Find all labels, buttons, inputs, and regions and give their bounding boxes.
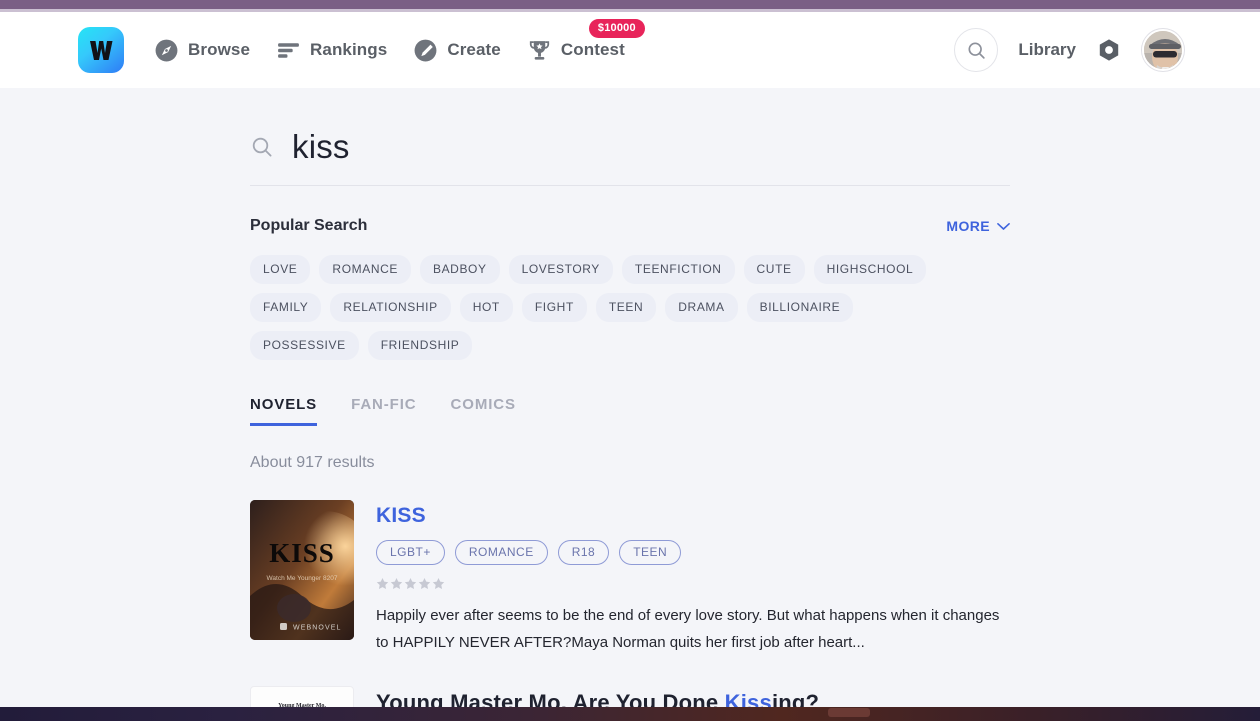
book-cover-image: KISS Watch Me Younger 8207 WEBNOVEL	[250, 500, 354, 640]
star-icon	[404, 577, 417, 590]
tab-comics[interactable]: COMICS	[451, 396, 516, 426]
popular-search-tag[interactable]: TEEN	[595, 293, 657, 322]
page-root: Browse Rankings Create Contest $10000 Li…	[0, 0, 1260, 721]
site-logo[interactable]	[78, 27, 124, 73]
star-icon	[390, 577, 403, 590]
result-details: KISS LGBT+ ROMANCE R18 TEEN Happily ever af…	[376, 500, 1010, 656]
user-avatar-image	[1144, 31, 1182, 69]
star-icon	[432, 577, 445, 590]
nav-label-rankings: Rankings	[310, 40, 388, 59]
popular-search-more-button[interactable]: MORE	[946, 218, 1010, 234]
results-count: About 917 results	[250, 454, 375, 471]
nav-item-contest[interactable]: Contest $10000	[527, 18, 645, 63]
tab-novels[interactable]: NOVELS	[250, 396, 318, 426]
search-bar[interactable]: kiss	[250, 130, 1010, 186]
svg-text:KISS: KISS	[269, 538, 335, 568]
hexagon-icon[interactable]	[1096, 37, 1122, 63]
popular-search-tag[interactable]: HIGHSCHOOL	[813, 255, 927, 284]
contest-prize-badge: $10000	[588, 18, 645, 38]
tab-fan-fic[interactable]: FAN-FIC	[351, 396, 416, 426]
search-icon	[252, 137, 272, 157]
nav-item-rankings[interactable]: Rankings	[276, 38, 387, 63]
chevron-down-icon	[997, 222, 1010, 230]
popular-search-tag[interactable]: DRAMA	[665, 293, 738, 322]
more-label: MORE	[946, 218, 990, 234]
search-icon	[968, 41, 985, 59]
header-actions: Library	[954, 28, 1184, 72]
popular-search-tag[interactable]: FAMILY	[250, 293, 322, 322]
book-cover-thumbnail[interactable]: KISS Watch Me Younger 8207 WEBNOVEL	[250, 500, 354, 640]
content-inner: kiss Popular Search MORE LOVE ROMANCE BADB…	[250, 88, 1010, 707]
trophy-icon	[529, 40, 550, 60]
popular-search-title: Popular Search	[250, 217, 368, 234]
header-search-button[interactable]	[954, 28, 999, 72]
star-icon	[418, 577, 431, 590]
search-result-item[interactable]: Young Master Mo, Are You Done Kissing? b…	[250, 686, 1010, 707]
genre-tag[interactable]: LGBT+	[376, 540, 445, 565]
search-input[interactable]: kiss	[292, 130, 350, 163]
result-title-highlight: Kiss	[724, 690, 772, 707]
search-result-item[interactable]: KISS Watch Me Younger 8207 WEBNOVEL KISS…	[250, 500, 1010, 656]
popular-search-tag[interactable]: FRIENDSHIP	[367, 331, 473, 360]
popular-search-tags: LOVE ROMANCE BADBOY LOVESTORY TEENFICTION CUT…	[250, 255, 950, 360]
result-details: Young Master Mo, Are You Done Kissing? 4…	[376, 686, 1010, 707]
popular-search-tag[interactable]: LOVESTORY	[508, 255, 613, 284]
browser-bottom-chrome	[0, 707, 1260, 721]
result-description: Happily ever after seems to be the end o…	[376, 607, 1000, 651]
popular-search-tag[interactable]: BADBOY	[419, 255, 500, 284]
result-title-prefix: Young Master Mo, Are You Done	[376, 690, 725, 707]
logo-w-icon	[90, 41, 113, 60]
genre-tag[interactable]: R18	[557, 540, 610, 565]
genre-tag[interactable]: ROMANCE	[454, 540, 548, 565]
browser-top-chrome	[0, 0, 1260, 9]
book-cover-thumbnail[interactable]: Young Master Mo, Are You Done Kissing? b…	[250, 686, 354, 707]
svg-text:WEBNOVEL: WEBNOVEL	[293, 625, 341, 632]
book-cover-text: Young Master Mo, Are You Done Kissing? b…	[251, 687, 353, 707]
main-nav: Browse Rankings Create Contest $10000	[154, 18, 651, 63]
popular-search-tag[interactable]: RELATIONSHIP	[330, 293, 451, 322]
nav-label-create: Create	[447, 40, 501, 59]
star-icon	[376, 577, 389, 590]
svg-text:Watch Me Younger 8207: Watch Me Younger 8207	[267, 575, 338, 582]
compass-icon	[155, 39, 178, 61]
result-type-tabs: NOVELS FAN-FIC COMICS	[250, 396, 1010, 426]
library-link[interactable]: Library	[1018, 40, 1076, 60]
main-content: kiss Popular Search MORE LOVE ROMANCE BADB…	[0, 88, 1260, 707]
popular-search-tag[interactable]: TEENFICTION	[621, 255, 735, 284]
nav-item-browse[interactable]: Browse	[154, 38, 250, 63]
result-title[interactable]: KISS	[376, 504, 1010, 528]
nav-item-create[interactable]: Create	[413, 38, 501, 63]
result-title[interactable]: Young Master Mo, Are You Done Kissing?	[376, 690, 1010, 707]
popular-search-header: Popular Search MORE	[250, 217, 1010, 235]
nav-label-browse: Browse	[188, 40, 251, 59]
popular-search-tag[interactable]: CUTE	[743, 255, 805, 284]
result-rating-stars	[376, 577, 1010, 590]
popular-search-tag[interactable]: POSSESSIVE	[250, 331, 359, 360]
popular-search-tag[interactable]: FIGHT	[521, 293, 587, 322]
rankings-icon	[278, 42, 299, 58]
pen-circle-icon	[414, 39, 437, 61]
popular-search-tag[interactable]: BILLIONAIRE	[746, 293, 854, 322]
popular-search-tag[interactable]: HOT	[459, 293, 513, 322]
site-header: Browse Rankings Create Contest $10000 Li…	[0, 12, 1260, 88]
result-genre-tags: LGBT+ ROMANCE R18 TEEN	[376, 540, 1010, 565]
avatar[interactable]	[1142, 29, 1184, 71]
popular-search-tag[interactable]: LOVE	[250, 255, 311, 284]
genre-tag[interactable]: TEEN	[619, 540, 682, 565]
result-title-suffix: ing?	[771, 690, 820, 707]
popular-search-tag[interactable]: ROMANCE	[319, 255, 411, 284]
nav-label-contest: Contest	[560, 40, 625, 59]
